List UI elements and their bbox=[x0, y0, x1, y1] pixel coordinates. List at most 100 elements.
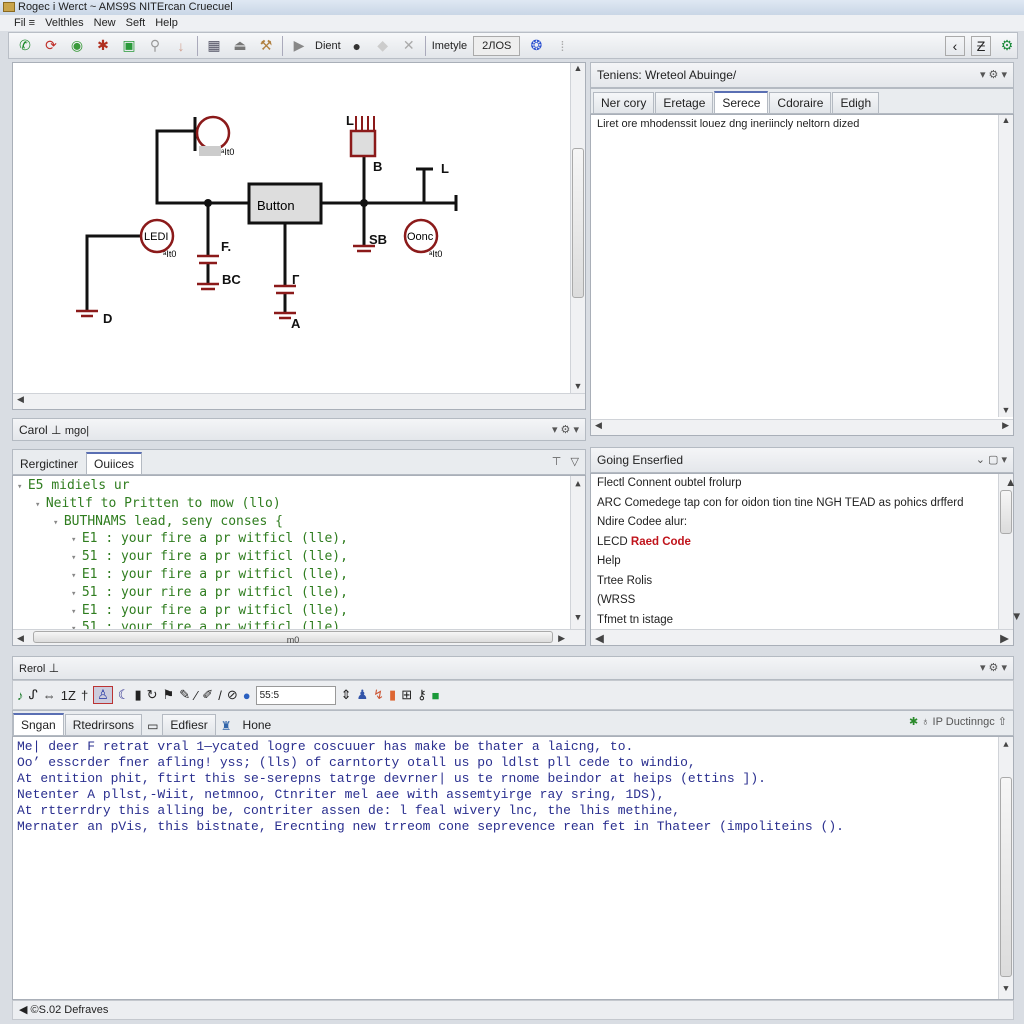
tree-item[interactable]: ▾ E5 midiels ur bbox=[17, 478, 581, 496]
panel-controls-icon[interactable]: ▾ ⚙ ▾ bbox=[552, 419, 579, 441]
cut-icon[interactable]: ✕ bbox=[399, 36, 419, 56]
horizontal-scrollbar[interactable]: ◀ bbox=[13, 393, 585, 409]
vertical-scrollbar[interactable]: ▲ ▼ bbox=[998, 474, 1022, 629]
chip-icon[interactable]: ▮ bbox=[134, 687, 141, 703]
horizontal-scrollbar[interactable]: ◀ ▶ bbox=[591, 629, 1013, 645]
menu-file[interactable]: Fil ≡ bbox=[14, 17, 35, 29]
expand-icon[interactable]: ▾ bbox=[71, 535, 82, 545]
cursor-icon[interactable]: ↯ bbox=[373, 687, 384, 703]
menu-help[interactable]: Help bbox=[155, 17, 178, 29]
tree-item[interactable]: ▾ Neitlf to Pritten to mow (llo) bbox=[17, 496, 581, 514]
zoom-fit-icon[interactable]: Ƶ bbox=[971, 35, 991, 56]
expand-icon[interactable]: ▾ bbox=[71, 571, 82, 581]
record-icon[interactable]: ● bbox=[347, 36, 367, 56]
expand-icon[interactable]: ▾ bbox=[71, 607, 82, 617]
moon-icon[interactable]: ☾ bbox=[118, 687, 130, 703]
bug-icon[interactable]: ✱ bbox=[909, 716, 918, 728]
rotate-icon[interactable]: ↻ bbox=[147, 687, 158, 703]
list-item[interactable]: Trtee Rolis bbox=[591, 572, 1013, 592]
arrow-up-icon[interactable]: ⇧ bbox=[998, 716, 1007, 728]
pin-icon[interactable]: ⚲ bbox=[145, 36, 165, 56]
select-icon[interactable]: ♙ bbox=[93, 686, 113, 704]
list-item[interactable]: Help bbox=[591, 552, 1013, 572]
toolbar-field[interactable]: 2ЛOS bbox=[473, 35, 521, 56]
vertical-scrollbar[interactable]: ▲ ▼ bbox=[570, 476, 585, 629]
person-icon[interactable]: ♟ bbox=[356, 687, 368, 703]
bottle-icon[interactable]: ▮ bbox=[389, 687, 396, 703]
table-icon[interactable]: ⊞ bbox=[401, 687, 412, 703]
panel-controls-icon[interactable]: ⌄ ▢ ▾ bbox=[976, 448, 1007, 472]
tree-item[interactable]: ▾ E1 : your fire a pr witficl (lle), bbox=[17, 567, 581, 585]
expand-icon[interactable]: ▾ bbox=[53, 518, 64, 528]
tree-item[interactable]: ▾ E1 : your fire a pr witficl (lle), bbox=[17, 531, 581, 549]
refresh-icon[interactable]: ⟳ bbox=[41, 36, 61, 56]
star-icon[interactable]: ✱ bbox=[93, 36, 113, 56]
tab-rergictiner[interactable]: Rergictiner bbox=[13, 454, 85, 474]
tab-eretage[interactable]: Eretage bbox=[655, 92, 714, 113]
expand-icon[interactable]: ▾ bbox=[71, 553, 82, 563]
panel-controls-icon[interactable]: ▾ ⚙ ▾ bbox=[980, 63, 1007, 87]
expand-icon[interactable]: ▾ bbox=[71, 589, 82, 599]
filter-icon[interactable]: ⊤ ▽ bbox=[552, 455, 579, 468]
horizontal-scrollbar[interactable]: ◀ ▶ bbox=[591, 419, 1013, 435]
list-item[interactable]: (WRSS bbox=[591, 591, 1013, 611]
vertical-scrollbar[interactable]: ▲ ▼ bbox=[570, 63, 585, 393]
list-item[interactable]: ARC Comedege tap con for oidon tion tine… bbox=[591, 494, 1013, 514]
eject-icon[interactable]: ⏏ bbox=[230, 36, 250, 56]
probe-icon[interactable]: † bbox=[81, 688, 88, 703]
list-item[interactable]: LECD Raed Code bbox=[591, 533, 1013, 553]
expand-icon[interactable]: ▾ bbox=[35, 500, 46, 510]
pen-icon[interactable]: ✐ bbox=[202, 687, 213, 703]
flag-icon[interactable]: ⚑ bbox=[163, 687, 175, 703]
tab-rtedrirsons[interactable]: Rtedrirsons bbox=[64, 714, 143, 735]
play-icon[interactable]: ▶ bbox=[289, 36, 309, 56]
menu-new[interactable]: New bbox=[94, 17, 116, 29]
green-box-icon[interactable]: ■ bbox=[432, 688, 440, 703]
spinner-arrows-icon[interactable]: ⇕ bbox=[341, 687, 352, 703]
line-icon[interactable]: ⁄ bbox=[195, 688, 197, 703]
ip-label[interactable]: IP Ductinngc bbox=[933, 716, 995, 728]
scroll-thumb[interactable]: m0 bbox=[33, 631, 553, 645]
back-icon[interactable]: ‹ bbox=[945, 35, 965, 56]
tree-item[interactable]: ▾ E1 : your fire a pr witficl (lle), bbox=[17, 603, 581, 621]
spin-input[interactable]: 55:5 bbox=[255, 685, 336, 705]
grid-icon[interactable]: ▦ bbox=[204, 36, 224, 56]
tab-cdoraire[interactable]: Cdoraire bbox=[769, 92, 832, 113]
menu-self[interactable]: Seft bbox=[126, 17, 146, 29]
tab-sngan[interactable]: Sngan bbox=[13, 713, 64, 735]
info-icon[interactable]: ● bbox=[243, 688, 251, 703]
tab-edigh[interactable]: Edigh bbox=[832, 92, 880, 113]
tab-serece[interactable]: Serece bbox=[714, 91, 769, 113]
wave-icon[interactable]: ♪ bbox=[17, 688, 24, 703]
download-icon[interactable]: ↓ bbox=[171, 36, 191, 56]
palette-icon[interactable]: ❂ bbox=[526, 36, 546, 56]
route-icon[interactable]: ᔑ bbox=[29, 687, 38, 703]
schematic-canvas[interactable]: ᵃIt0 LEDI ᵃIt0 Oonc ᵃIt0 Button F. BC D … bbox=[12, 62, 586, 410]
tree-item[interactable]: ▾ 51 : your rire a pr witficl (lle), bbox=[17, 585, 581, 603]
diamond-icon[interactable]: ◆ bbox=[373, 36, 393, 56]
tree-item[interactable]: ▾ 51 : your fire a pr witficl (lle), bbox=[17, 549, 581, 567]
list-item[interactable]: Ndire Codee alur: bbox=[591, 513, 1013, 533]
expand-icon[interactable]: ▾ bbox=[17, 482, 28, 492]
drop-icon[interactable]: ♁ bbox=[921, 716, 929, 728]
grip-icon[interactable]: ⁞ bbox=[552, 36, 572, 56]
clip-icon[interactable]: ✎ bbox=[179, 687, 190, 703]
tab-edfiesr[interactable]: Edfiesr bbox=[162, 714, 216, 735]
tree-item[interactable]: ▾ BUTHNAMS lead, seny conses { bbox=[17, 514, 581, 532]
list-item[interactable]: Flectl Connent oubtel frolurp bbox=[591, 474, 1013, 494]
vertical-scrollbar[interactable]: ▲ ▼ bbox=[998, 115, 1013, 417]
globe-icon[interactable]: ◉ bbox=[67, 36, 87, 56]
panel-controls-icon[interactable]: ▾ ⚙ ▾ bbox=[980, 657, 1007, 679]
horizontal-scrollbar[interactable]: ◀ m0 ▶ bbox=[13, 629, 585, 645]
swap-icon[interactable]: ⇔ bbox=[43, 688, 56, 703]
key-icon[interactable]: ⚷ bbox=[417, 687, 427, 703]
slash-icon[interactable]: / bbox=[218, 688, 222, 703]
link-icon[interactable]: ⊘ bbox=[227, 687, 238, 703]
network-icon[interactable]: ⚙ bbox=[997, 36, 1017, 56]
tools-icon[interactable]: ⚒ bbox=[256, 36, 276, 56]
tab-hone[interactable]: Hone bbox=[236, 715, 279, 735]
menu-vehicles[interactable]: Velthles bbox=[45, 17, 84, 29]
book-icon[interactable]: ▣ bbox=[119, 36, 139, 56]
phone-icon[interactable]: ✆ bbox=[15, 36, 35, 56]
tab-ouiices[interactable]: Ouiices bbox=[86, 452, 143, 474]
